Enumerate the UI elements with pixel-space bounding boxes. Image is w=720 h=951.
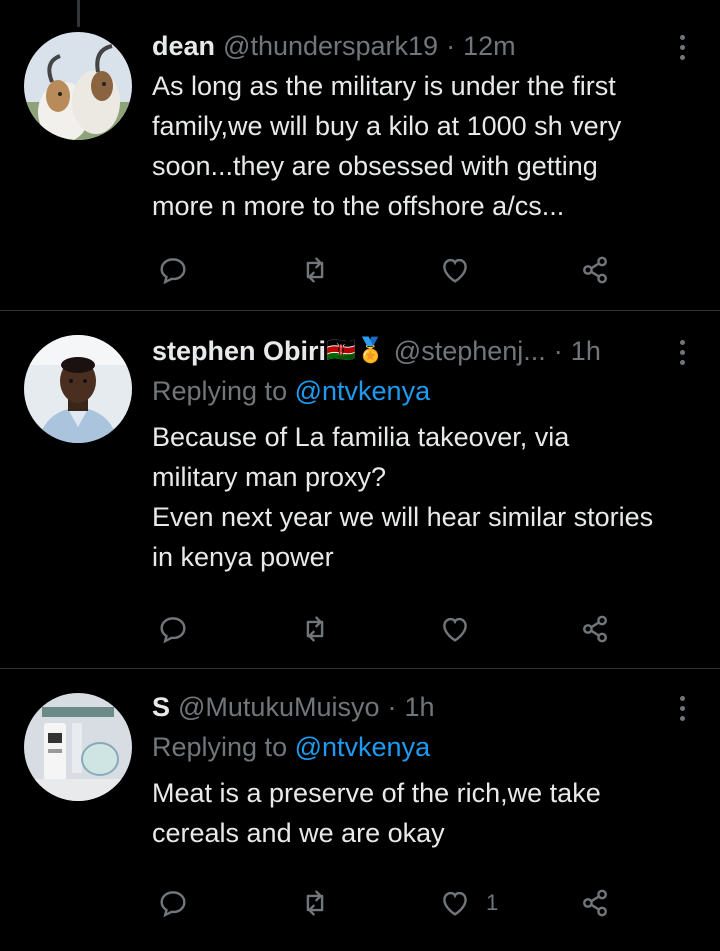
retweet-button[interactable] xyxy=(298,252,332,288)
name-emojis: 🇰🇪🏅 xyxy=(326,337,386,364)
reply-button[interactable] xyxy=(156,611,190,647)
more-icon[interactable] xyxy=(678,340,686,365)
tweet-text: As long as the military is under the fir… xyxy=(152,71,622,221)
reply-button[interactable] xyxy=(156,885,190,921)
display-name[interactable]: stephen Obiri xyxy=(152,335,326,367)
tweet-text: Because of La familia takeover, via mili… xyxy=(152,422,654,572)
reply-icon xyxy=(160,258,186,285)
retweet-icon xyxy=(306,616,324,642)
reply-button[interactable] xyxy=(156,252,190,288)
avatar[interactable] xyxy=(24,32,132,140)
retweet-icon xyxy=(306,257,324,283)
replying-prefix: Replying to xyxy=(152,732,288,762)
replying-to-mention[interactable]: @ntvkenya xyxy=(295,732,430,762)
share-button[interactable] xyxy=(578,252,612,288)
retweet-button[interactable] xyxy=(298,885,332,921)
tweet-card[interactable]: dean @thunderspark19 · 12m As long as th… xyxy=(0,0,720,311)
tweet-card[interactable]: stephen Obiri 🇰🇪🏅 @stephenj... · 1h Repl… xyxy=(0,311,720,669)
share-button[interactable] xyxy=(578,885,612,921)
replying-prefix: Replying to xyxy=(152,376,288,406)
replying-to-line: Replying to @ntvkenya xyxy=(152,375,660,407)
display-name[interactable]: S xyxy=(152,691,170,723)
replying-to-line: Replying to @ntvkenya xyxy=(152,731,660,763)
avatar[interactable] xyxy=(24,693,132,801)
action-bar xyxy=(152,252,632,288)
tweet-text: Meat is a preserve of the rich,we take c… xyxy=(152,778,601,848)
display-name[interactable]: dean xyxy=(152,30,215,62)
user-handle[interactable]: @MutukuMuisyo xyxy=(178,691,379,723)
timestamp[interactable]: 1h xyxy=(571,335,601,367)
share-icon xyxy=(583,615,607,643)
user-handle[interactable]: @stephenj... xyxy=(394,335,546,367)
tweet-header: S @MutukuMuisyo · 1h xyxy=(152,691,660,723)
tweet-header: dean @thunderspark19 · 12m xyxy=(152,30,660,62)
heart-icon xyxy=(443,258,467,283)
action-bar: 1 xyxy=(152,885,632,921)
more-icon[interactable] xyxy=(678,35,686,60)
separator-dot: · xyxy=(446,31,456,61)
user-handle[interactable]: @thunderspark19 xyxy=(223,30,438,62)
like-button[interactable]: 1 xyxy=(438,885,498,921)
tweet-card[interactable]: S @MutukuMuisyo · 1h Replying to @ntvken… xyxy=(0,669,720,951)
heart-icon xyxy=(443,617,467,642)
reply-icon xyxy=(160,891,186,918)
like-button[interactable] xyxy=(438,252,486,288)
avatar[interactable] xyxy=(24,335,132,443)
action-bar xyxy=(152,611,632,647)
separator-dot: · xyxy=(387,692,397,722)
like-button[interactable] xyxy=(438,611,486,647)
share-icon xyxy=(583,256,607,284)
share-button[interactable] xyxy=(578,611,612,647)
retweet-button[interactable] xyxy=(298,611,332,647)
more-icon[interactable] xyxy=(678,696,686,721)
separator-dot: · xyxy=(553,336,563,366)
timestamp[interactable]: 1h xyxy=(405,691,435,723)
reply-icon xyxy=(160,617,186,644)
tweet-header: stephen Obiri 🇰🇪🏅 @stephenj... · 1h xyxy=(152,335,660,367)
replying-to-mention[interactable]: @ntvkenya xyxy=(295,376,430,406)
share-icon xyxy=(583,889,607,917)
heart-icon xyxy=(443,891,467,916)
timestamp[interactable]: 12m xyxy=(463,30,516,62)
retweet-icon xyxy=(306,890,324,916)
like-count: 1 xyxy=(486,890,499,915)
